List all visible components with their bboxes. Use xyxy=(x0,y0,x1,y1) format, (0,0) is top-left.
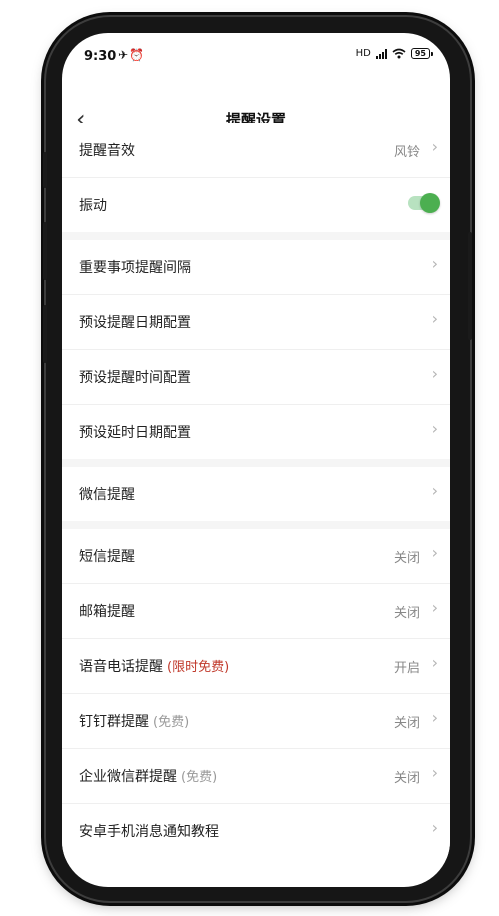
setting-label: 预设提醒时间配置 xyxy=(79,370,191,386)
chevron-right-icon: › xyxy=(431,818,438,837)
setting-android-tutorial[interactable]: 安卓手机消息通知教程 › xyxy=(62,804,450,858)
free-tag: (限时免费) xyxy=(167,660,230,675)
setting-value: 关闭 xyxy=(393,716,420,731)
setting-value: 开启 xyxy=(393,661,420,676)
chevron-right-icon: › xyxy=(431,481,438,500)
setting-sms-reminder[interactable]: 短信提醒 关闭 › xyxy=(62,529,450,584)
setting-dingtalk-reminder[interactable]: 钉钉群提醒 (免费) 关闭 › xyxy=(62,694,450,749)
setting-email-reminder[interactable]: 邮箱提醒 关闭 › xyxy=(62,584,450,639)
network-type: HD xyxy=(355,48,371,59)
setting-label: 钉钉群提醒 (免费) xyxy=(79,711,189,731)
free-tag: (免费) xyxy=(181,770,218,785)
setting-sound-value: 风铃 xyxy=(393,145,420,160)
setting-wechat-reminder[interactable]: 微信提醒 › xyxy=(62,467,450,521)
wifi-icon xyxy=(392,48,406,59)
chevron-right-icon: › xyxy=(431,419,438,438)
setting-voice-call-reminder[interactable]: 语音电话提醒 (限时免费) 开启 › xyxy=(62,639,450,694)
status-notification-icons: ✈⏰ xyxy=(118,48,145,62)
setting-sound-label: 提醒音效 xyxy=(79,143,135,159)
status-right: HD 95 xyxy=(355,48,434,59)
vibration-toggle[interactable] xyxy=(408,193,440,213)
power-button xyxy=(468,232,472,340)
chevron-right-icon: › xyxy=(431,364,438,383)
setting-preset-time[interactable]: 预设提醒时间配置 › xyxy=(62,350,450,405)
section-divider xyxy=(62,232,450,240)
setting-value: 关闭 xyxy=(393,771,420,786)
setting-important-interval[interactable]: 重要事项提醒间隔 › xyxy=(62,240,450,295)
setting-label-text: 企业微信群提醒 xyxy=(79,769,177,785)
setting-label-text: 短信提醒 xyxy=(79,549,135,565)
setting-sound[interactable]: 提醒音效 风铃 › xyxy=(62,123,450,178)
toggle-knob xyxy=(420,193,440,213)
setting-value: 关闭 xyxy=(393,606,420,621)
side-button xyxy=(43,305,47,363)
setting-label: 企业微信群提醒 (免费) xyxy=(79,766,217,786)
battery-icon: 95 xyxy=(410,48,434,59)
setting-label-text: 语音电话提醒 xyxy=(79,659,163,675)
signal-icon xyxy=(375,48,387,59)
setting-label: 邮箱提醒 xyxy=(79,601,135,621)
setting-label: 预设提醒日期配置 xyxy=(79,315,191,331)
settings-list: 提醒音效 风铃 › 振动 重要事项提醒间隔 › 预设提醒日期配置 › 预设提醒时… xyxy=(62,123,450,858)
setting-label: 语音电话提醒 (限时免费) xyxy=(79,656,229,676)
chevron-right-icon: › xyxy=(431,137,438,156)
setting-preset-date[interactable]: 预设提醒日期配置 › xyxy=(62,295,450,350)
setting-label: 短信提醒 xyxy=(79,546,135,566)
chevron-right-icon: › xyxy=(431,763,438,782)
setting-vibration-label: 振动 xyxy=(79,198,107,214)
chevron-right-icon: › xyxy=(431,708,438,727)
setting-label: 安卓手机消息通知教程 xyxy=(79,824,219,840)
chevron-right-icon: › xyxy=(431,254,438,273)
setting-preset-delay-date[interactable]: 预设延时日期配置 › xyxy=(62,405,450,459)
setting-value: 关闭 xyxy=(393,551,420,566)
status-time: 9:30 xyxy=(84,49,117,64)
setting-label: 重要事项提醒间隔 xyxy=(79,260,191,276)
section-divider xyxy=(62,521,450,529)
setting-vibration: 振动 xyxy=(62,178,450,232)
setting-label: 微信提醒 xyxy=(79,487,135,503)
volume-down-button xyxy=(43,222,47,280)
chevron-right-icon: › xyxy=(431,309,438,328)
status-bar: 9:30 ✈⏰ HD 95 xyxy=(62,33,450,75)
section-divider xyxy=(62,459,450,467)
chevron-right-icon: › xyxy=(431,653,438,672)
chevron-right-icon: › xyxy=(431,543,438,562)
setting-label-text: 邮箱提醒 xyxy=(79,604,135,620)
setting-wecom-reminder[interactable]: 企业微信群提醒 (免费) 关闭 › xyxy=(62,749,450,804)
screen: 9:30 ✈⏰ HD 95 ‹ 提醒设置 提醒音效 风铃 › 振动 重要事项提醒… xyxy=(62,33,450,887)
free-tag: (免费) xyxy=(153,715,190,730)
setting-label: 预设延时日期配置 xyxy=(79,425,191,441)
setting-label-text: 钉钉群提醒 xyxy=(79,714,149,730)
volume-up-button xyxy=(43,152,47,188)
chevron-right-icon: › xyxy=(431,598,438,617)
